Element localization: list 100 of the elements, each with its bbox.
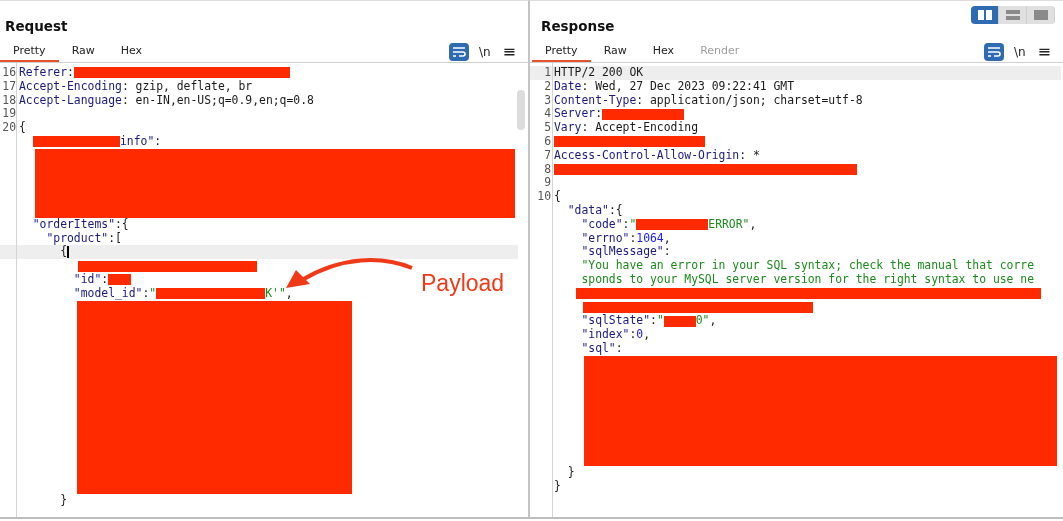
code-punctuation: :	[101, 272, 109, 287]
line-number: 3	[544, 92, 551, 107]
panel-title: Request	[5, 18, 68, 34]
code-key: "sqlState"	[554, 314, 650, 329]
code-string: "	[656, 314, 664, 329]
code-key: info"	[120, 135, 155, 149]
code-punctuation: :	[629, 328, 637, 342]
word-wrap-icon[interactable]	[983, 42, 1004, 61]
code-text: : gzip, deflate, br	[121, 79, 253, 94]
code-number: 0	[636, 328, 644, 342]
columns-icon	[977, 10, 992, 20]
code-text: : Wed, 27 Dec 2023 09:22:41 GMT	[581, 79, 795, 94]
line-number: 8	[544, 161, 551, 176]
code-key: Accept-Language	[19, 93, 122, 108]
code-punctuation: :[	[108, 231, 122, 246]
code-text: : en-IN,en-US;q=0.9,en;q=0.8	[121, 93, 314, 108]
view-tab[interactable]: Raw	[58, 41, 108, 62]
single-pane-icon	[1033, 10, 1048, 20]
code-number: 1064	[636, 231, 664, 245]
newline-button[interactable]: \n	[476, 44, 493, 59]
line-number: 17	[2, 78, 16, 93]
text-cursor	[67, 246, 69, 259]
rows-icon	[1005, 10, 1020, 20]
code-text: : Accept-Encoding	[581, 121, 699, 135]
code-text: : application/json; charset=utf-8	[636, 93, 863, 108]
redaction-mark	[108, 274, 132, 286]
code-key: Accept-Encoding	[19, 79, 122, 94]
code-key: "id"	[19, 272, 102, 287]
code-punctuation: :{	[115, 217, 129, 232]
annotation-label: Payload	[421, 270, 505, 297]
word-wrap-icon[interactable]	[448, 42, 469, 61]
line-number: 19	[2, 106, 16, 121]
line-number: 6	[544, 134, 551, 148]
code-punctuation: ,	[285, 286, 293, 301]
menu-button[interactable]: ≡	[500, 42, 518, 61]
code-key: Date	[554, 79, 582, 94]
view-tab[interactable]: Hex	[107, 41, 156, 62]
code-key: "sqlMessage"	[554, 245, 664, 260]
code-string: 0"	[695, 314, 710, 329]
view-tab[interactable]: Pretty	[0, 41, 59, 62]
code-punctuation: }	[566, 466, 575, 480]
code-string: "	[149, 286, 157, 301]
code-key: "errno"	[554, 231, 630, 246]
line-number: 9	[544, 175, 551, 190]
code-punctuation: }	[554, 479, 561, 494]
redaction-mark	[663, 315, 696, 327]
code-string: "	[629, 217, 637, 232]
code-string: sponds to your MySQL server version for the right syntax to use ne	[580, 272, 1035, 287]
code-key: Content-Type	[554, 93, 637, 108]
line-number: 4	[544, 106, 551, 121]
scrollbar-thumb[interactable]	[517, 90, 525, 130]
code-punctuation: :	[67, 66, 74, 80]
code-key: "index"	[554, 328, 630, 342]
panel-title: Response	[541, 18, 615, 34]
view-tab[interactable]: Hex	[639, 41, 688, 62]
code-key: "data"	[554, 203, 609, 218]
code-punctuation: {	[554, 190, 561, 204]
code-punctuation: :{	[608, 203, 623, 218]
code-string: K'"	[265, 286, 286, 301]
code-text: HTTP/2 200 OK	[554, 66, 644, 80]
code-key: Server	[554, 107, 596, 122]
code-key: "code"	[554, 217, 623, 232]
line-number: 1	[544, 65, 551, 79]
code-string: ERROR"	[708, 217, 750, 232]
code-punctuation: ,	[749, 217, 757, 232]
code-punctuation: {	[19, 121, 26, 135]
code-punctuation: ,	[643, 328, 650, 342]
line-number: 18	[2, 92, 16, 107]
code-punctuation: ,	[663, 231, 671, 246]
code-punctuation: :	[595, 107, 602, 121]
code-punctuation: :	[663, 245, 671, 260]
line-number: 10	[537, 189, 551, 204]
view-tab[interactable]: Raw	[590, 41, 640, 62]
code-key: "model_id"	[19, 286, 143, 301]
code-punctuation: :	[629, 231, 637, 245]
line-number: 20	[2, 120, 16, 135]
code-punctuation: :	[615, 341, 623, 356]
line-number: 16	[2, 65, 16, 79]
code-text: : *	[739, 148, 760, 163]
menu-button[interactable]: ≡	[1035, 42, 1053, 61]
layout-button[interactable]	[971, 6, 999, 24]
code-punctuation: }	[59, 493, 67, 508]
line-number: 5	[544, 120, 551, 135]
code-punctuation: :	[622, 217, 630, 232]
code-key: "sql"	[554, 341, 616, 356]
code-string: "You have an error in your SQL syntax; check the manual that corre	[580, 259, 1035, 273]
code-key: "product"	[19, 231, 109, 246]
code-punctuation: ,	[709, 314, 717, 329]
code-punctuation: :	[154, 135, 162, 149]
code-key: Access-Control-Allow-Origin	[554, 148, 740, 163]
line-number: 2	[544, 78, 551, 93]
code-key: "orderItems"	[19, 217, 115, 232]
code-punctuation: :	[142, 286, 150, 301]
newline-button[interactable]: \n	[1011, 44, 1028, 59]
line-number: 7	[544, 147, 551, 162]
code-punctuation: {	[60, 245, 67, 260]
view-tab[interactable]: Pretty	[532, 41, 591, 62]
code-key: Vary	[554, 121, 582, 135]
code-key: Referer	[19, 66, 67, 80]
code-punctuation: :	[650, 314, 657, 329]
